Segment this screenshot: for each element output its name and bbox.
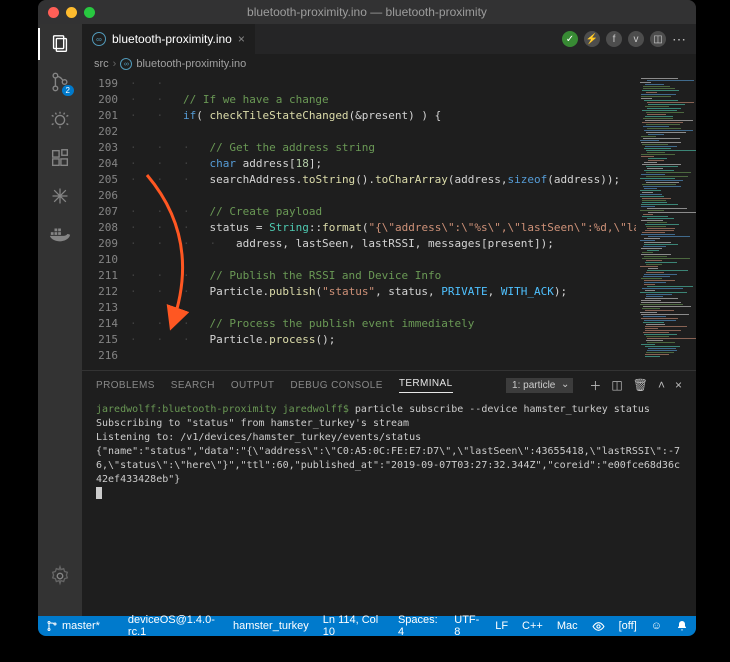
window-controls (48, 7, 95, 18)
app-window: bluetooth-proximity.ino — bluetooth-prox… (38, 0, 696, 636)
activity-bar: 2 (38, 24, 82, 616)
debug-icon[interactable] (48, 108, 72, 132)
breadcrumb-segment[interactable]: bluetooth-proximity.ino (136, 58, 246, 70)
off-status[interactable]: [off] (619, 620, 637, 632)
cursor-position-status[interactable]: Ln 114, Col 10 (323, 614, 384, 636)
extensions-icon[interactable] (48, 146, 72, 170)
indentation-status[interactable]: Spaces: 4 (398, 614, 440, 636)
chevron-right-icon: › (113, 58, 117, 70)
minimize-window-button[interactable] (66, 7, 77, 18)
arduino-file-icon: ∞ (92, 32, 106, 46)
eye-icon[interactable] (592, 620, 605, 633)
more-actions-icon[interactable]: ⋯ (672, 31, 686, 48)
action-v-icon[interactable]: v (628, 31, 644, 47)
titlebar: bluetooth-proximity.ino — bluetooth-prox… (38, 0, 696, 24)
split-editor-icon[interactable]: ◫ (650, 31, 666, 47)
particle-icon[interactable] (48, 184, 72, 208)
settings-gear-icon[interactable] (48, 564, 72, 588)
tab-output[interactable]: OUTPUT (231, 380, 275, 391)
maximize-window-button[interactable] (84, 7, 95, 18)
tab-close-icon[interactable]: × (238, 32, 245, 46)
eol-status[interactable]: LF (495, 620, 508, 632)
window-title: bluetooth-proximity.ino — bluetooth-prox… (38, 5, 696, 19)
split-terminal-icon[interactable]: ◫ (611, 378, 622, 392)
git-branch-status[interactable]: master* (46, 620, 100, 632)
action-flash-icon[interactable]: ⚡ (584, 31, 600, 47)
code-content[interactable]: · · · · // If we have a change· · if( ch… (130, 74, 636, 370)
minimap[interactable] (636, 74, 696, 370)
tab-debug-console[interactable]: DEBUG CONSOLE (290, 380, 382, 391)
tab-bluetooth-proximity[interactable]: ∞ bluetooth-proximity.ino × (82, 24, 256, 54)
scm-badge: 2 (62, 85, 74, 96)
action-check-icon[interactable]: ✓ (562, 31, 578, 47)
feedback-icon[interactable]: ☺ (651, 620, 662, 632)
editor-tabs: ∞ bluetooth-proximity.ino × ✓ ⚡ f v ◫ ⋯ (82, 24, 696, 54)
arduino-file-icon: ∞ (120, 58, 132, 70)
tab-problems[interactable]: PROBLEMS (96, 380, 155, 391)
close-panel-icon[interactable]: × (675, 378, 682, 392)
new-terminal-icon[interactable]: ＋ (589, 377, 601, 394)
device-name-status[interactable]: hamster_turkey (233, 620, 309, 632)
tab-search[interactable]: SEARCH (171, 380, 215, 391)
device-os-status[interactable]: deviceOS@1.4.0-rc.1 (128, 614, 219, 636)
terminal-content[interactable]: jaredwolff:bluetooth-proximity jaredwolf… (82, 399, 696, 616)
source-control-icon[interactable]: 2 (48, 70, 72, 94)
branch-icon (46, 620, 58, 632)
platform-status[interactable]: Mac (557, 620, 578, 632)
notifications-icon[interactable] (676, 620, 688, 632)
breadcrumb-segment[interactable]: src (94, 58, 109, 70)
editor[interactable]: 1992002012022032042052062072082092102112… (82, 74, 696, 370)
kill-terminal-icon[interactable]: 🗑 (633, 378, 648, 392)
tab-actions: ✓ ⚡ f v ◫ ⋯ (562, 24, 696, 54)
language-mode-status[interactable]: C++ (522, 620, 543, 632)
docker-icon[interactable] (48, 222, 72, 246)
terminal-select[interactable]: 1: particle (506, 378, 573, 393)
status-bar: master* deviceOS@1.4.0-rc.1 hamster_turk… (38, 616, 696, 636)
explorer-icon[interactable] (48, 32, 72, 56)
line-numbers: 1992002012022032042052062072082092102112… (82, 74, 130, 370)
tab-label: bluetooth-proximity.ino (112, 32, 232, 46)
terminal-cursor (96, 487, 102, 499)
encoding-status[interactable]: UTF-8 (454, 614, 481, 636)
breadcrumb[interactable]: src › ∞ bluetooth-proximity.ino (82, 54, 696, 74)
bottom-panel: PROBLEMS SEARCH OUTPUT DEBUG CONSOLE TER… (82, 370, 696, 616)
tab-terminal[interactable]: TERMINAL (399, 378, 453, 393)
action-f-icon[interactable]: f (606, 31, 622, 47)
panel-tabs: PROBLEMS SEARCH OUTPUT DEBUG CONSOLE TER… (82, 371, 696, 399)
close-window-button[interactable] (48, 7, 59, 18)
maximize-panel-icon[interactable]: ˄ (658, 378, 665, 392)
